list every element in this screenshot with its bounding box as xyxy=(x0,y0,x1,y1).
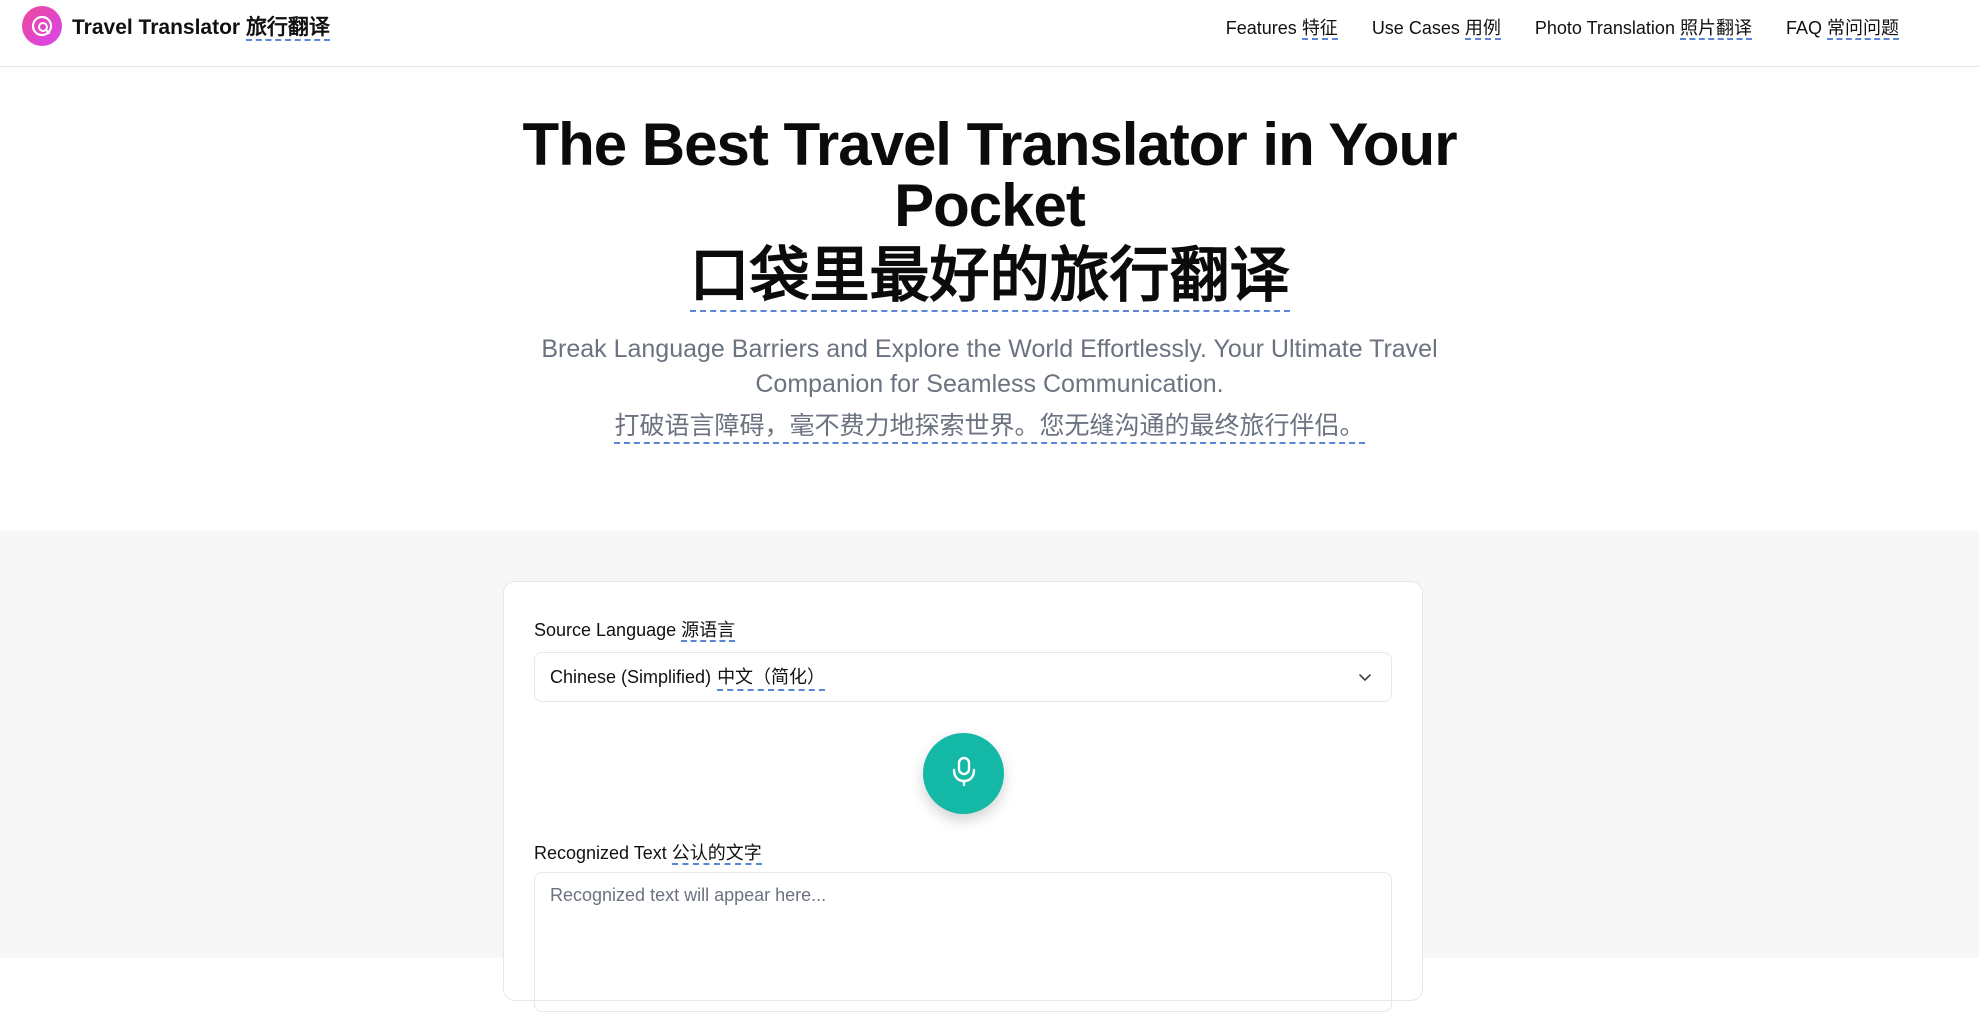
hero-section: The Best Travel Translator in Your Pocke… xyxy=(0,67,1979,531)
nav-faq-zh: 常问问题 xyxy=(1827,18,1899,40)
source-language-label-zh: 源语言 xyxy=(681,620,736,642)
recognized-text-label: Recognized Text 公认的文字 xyxy=(534,839,762,865)
brand-title-zh: 旅行翻译 xyxy=(245,16,330,41)
recognized-text-placeholder: Recognized text will appear here... xyxy=(550,885,827,905)
nav-features[interactable]: Features 特征 xyxy=(1226,14,1338,40)
nav-faq-en: FAQ xyxy=(1785,18,1822,38)
hero-subtitle: Break Language Barriers and Explore the … xyxy=(541,335,1438,398)
source-language-label-en: Source Language xyxy=(534,620,677,640)
recognized-text-label-en: Recognized Text xyxy=(534,843,667,863)
source-language-value-en: Chinese (Simplified) xyxy=(550,666,712,687)
nav-photo-translation[interactable]: Photo Translation 照片翻译 xyxy=(1535,14,1752,40)
brand[interactable]: Travel Translator 旅行翻译 xyxy=(22,6,330,46)
nav-features-en: Features xyxy=(1225,18,1297,38)
translate-globe-icon xyxy=(22,6,62,46)
nav-features-zh: 特征 xyxy=(1301,18,1338,40)
nav-use-cases[interactable]: Use Cases 用例 xyxy=(1372,14,1501,40)
source-language-select[interactable]: Chinese (Simplified) 中文（简化） xyxy=(534,652,1392,702)
microphone-button[interactable] xyxy=(923,733,1004,814)
nav-photo-translation-zh: 照片翻译 xyxy=(1679,18,1752,40)
hero-title: The Best Travel Translator in Your Pocke… xyxy=(522,111,1457,239)
brand-title-en: Travel Translator xyxy=(72,16,241,39)
nav-use-cases-zh: 用例 xyxy=(1464,18,1501,40)
recognized-text-area[interactable]: Recognized text will appear here... xyxy=(534,872,1392,1012)
nav-photo-translation-en: Photo Translation xyxy=(1534,18,1675,38)
top-nav: Features 特征 Use Cases 用例 Photo Translati… xyxy=(1226,14,1899,40)
microphone-icon xyxy=(947,754,981,793)
nav-use-cases-en: Use Cases xyxy=(1371,18,1460,38)
recognized-text-label-zh: 公认的文字 xyxy=(671,843,762,865)
site-header: Travel Translator 旅行翻译 Features 特征 Use C… xyxy=(0,0,1979,67)
translator-section: Source Language 源语言 Chinese (Simplified)… xyxy=(0,531,1979,1012)
chevron-down-icon xyxy=(1357,669,1373,690)
brand-title: Travel Translator 旅行翻译 xyxy=(72,11,330,41)
source-language-value-zh: 中文（简化） xyxy=(717,663,826,691)
hero-title-zh: 口袋里最好的旅行翻译 xyxy=(689,244,1290,312)
translator-card: Source Language 源语言 Chinese (Simplified)… xyxy=(503,581,1423,1012)
nav-faq[interactable]: FAQ 常问问题 xyxy=(1786,14,1899,40)
source-language-label: Source Language 源语言 xyxy=(534,616,736,642)
hero-subtitle-zh: 打破语言障碍，毫不费力地探索世界。您无缝沟通的最终旅行伴侣。 xyxy=(614,410,1365,444)
